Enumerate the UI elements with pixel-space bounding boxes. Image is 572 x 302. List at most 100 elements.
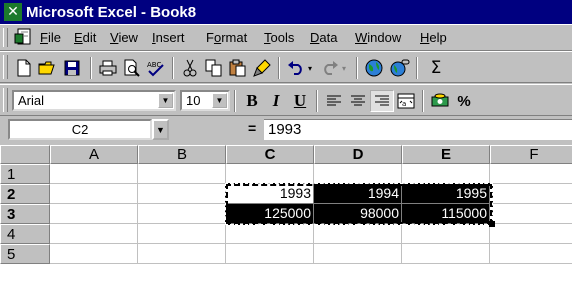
menu-tools[interactable]: Tools [264,30,294,45]
cell-a3[interactable] [50,204,138,224]
cell-d3[interactable]: 98000 [314,204,402,224]
menu-edit[interactable]: Edit [74,30,96,45]
cell-a4[interactable] [50,224,138,244]
toolbar-separator [316,90,318,112]
cell-d4[interactable] [314,224,402,244]
align-left-icon[interactable] [322,90,346,112]
chevron-down-icon[interactable]: ▼ [212,93,227,108]
cell-f5[interactable] [490,244,572,264]
cell-e1[interactable] [402,164,490,184]
align-right-icon[interactable] [370,90,394,112]
select-all-corner[interactable] [0,145,50,164]
cell-b1[interactable] [138,164,226,184]
cell-c3[interactable]: 125000 [226,204,314,224]
web-toolbar-icon[interactable] [362,57,386,79]
column-header-f[interactable]: F [490,145,572,164]
formula-input[interactable]: 1993 [264,119,572,140]
menu-view[interactable]: View [110,30,138,45]
menu-file[interactable]: File [40,30,61,45]
svg-text:a: a [402,100,406,108]
currency-icon[interactable] [428,90,452,112]
toolbar-separator [422,90,424,112]
cell-c5[interactable] [226,244,314,264]
toolbar-grip[interactable] [3,88,8,112]
column-header-a[interactable]: A [50,145,138,164]
title-bar: ✕ Microsoft Excel - Book8 [0,0,572,24]
cell-d2[interactable]: 1994 [314,184,402,204]
toolbar-separator [356,57,358,79]
cell-a2[interactable] [50,184,138,204]
open-icon[interactable] [36,57,60,79]
column-header-b[interactable]: B [138,145,226,164]
bold-button[interactable]: B [240,90,264,112]
paste-icon[interactable] [226,57,250,79]
cell-a5[interactable] [50,244,138,264]
save-icon[interactable] [60,57,84,79]
column-header-c[interactable]: C [226,145,314,164]
percent-style-button[interactable]: % [452,90,476,112]
cell-c4[interactable] [226,224,314,244]
new-icon[interactable] [12,57,36,79]
toolbar-separator [234,90,236,112]
cell-c1[interactable] [226,164,314,184]
redo-dropdown-icon[interactable]: ▾ [338,57,350,79]
align-center-icon[interactable] [346,90,370,112]
cell-f2[interactable] [490,184,572,204]
window-title: Microsoft Excel - Book8 [26,3,197,21]
cell-b4[interactable] [138,224,226,244]
standard-toolbar: ABC ▾ ▾ Σ [0,51,572,83]
cell-e2[interactable]: 1995 [402,184,490,204]
menu-data[interactable]: Data [310,30,337,45]
excel-icon[interactable]: ✕ [4,3,22,21]
underline-button[interactable]: U [288,90,312,112]
cell-f1[interactable] [490,164,572,184]
formatting-toolbar: Arial ▼ 10 ▼ B I U a % [0,84,572,116]
chevron-down-icon[interactable]: ▼ [152,119,169,140]
font-size-value: 10 [186,93,201,108]
formula-equals-label[interactable]: = [248,120,256,136]
column-header-e[interactable]: E [402,145,490,164]
cell-f4[interactable] [490,224,572,244]
menu-insert[interactable]: Insert [152,30,185,45]
cell-d5[interactable] [314,244,402,264]
toolbar-separator [172,57,174,79]
toolbar-separator [90,57,92,79]
cell-f3[interactable] [490,204,572,224]
formula-bar: C2 ▼ = 1993 [0,116,572,144]
menubar-grip[interactable] [3,28,8,47]
font-name-select[interactable]: Arial ▼ [12,90,176,111]
menu-help[interactable]: Help [420,30,447,45]
cell-a1[interactable] [50,164,138,184]
workbook-icon[interactable] [14,28,36,48]
menu-format[interactable]: Format [206,30,247,45]
print-icon[interactable] [96,57,120,79]
cell-e4[interactable] [402,224,490,244]
cell-area: 1993 1994 1995 125000 98000 115000 [0,164,572,302]
chevron-down-icon[interactable]: ▼ [158,93,173,108]
italic-button[interactable]: I [264,90,288,112]
column-header-d[interactable]: D [314,145,402,164]
toolbar-separator [278,57,280,79]
cell-e5[interactable] [402,244,490,264]
toolbar-grip[interactable] [3,55,8,79]
name-box[interactable]: C2 [8,119,152,140]
merge-center-icon[interactable]: a [394,90,418,112]
format-painter-icon[interactable] [250,57,274,79]
cell-b3[interactable] [138,204,226,224]
font-name-value: Arial [18,93,45,108]
cell-b5[interactable] [138,244,226,264]
cut-icon[interactable] [178,57,202,79]
cell-d1[interactable] [314,164,402,184]
spelling-icon[interactable]: ABC [144,57,168,79]
menu-window[interactable]: Window [355,30,401,45]
cell-b2[interactable] [138,184,226,204]
fill-handle[interactable] [489,221,495,227]
copy-icon[interactable] [202,57,226,79]
font-size-select[interactable]: 10 ▼ [180,90,230,111]
undo-dropdown-icon[interactable]: ▾ [304,57,316,79]
cell-c2[interactable]: 1993 [226,184,314,204]
hyperlink-icon[interactable] [388,57,412,79]
autosum-icon[interactable]: Σ [424,57,448,79]
cell-e3[interactable]: 115000 [402,204,490,224]
print-preview-icon[interactable] [120,57,144,79]
